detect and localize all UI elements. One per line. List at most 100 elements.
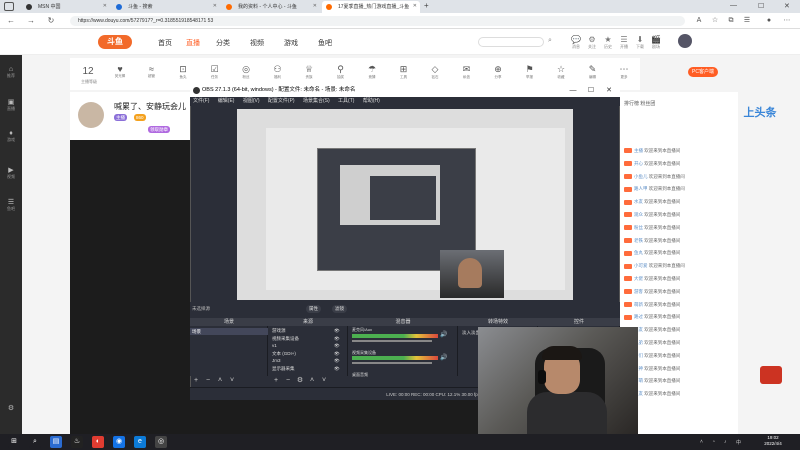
source-item[interactable]: v1 👁 [272, 343, 340, 348]
ime-icon[interactable]: 中 [736, 439, 741, 446]
maximize-icon[interactable]: ☐ [758, 2, 764, 10]
nav-live[interactable]: 直播 [186, 38, 200, 48]
toolbar-icon-15[interactable]: ✎ 编辑 [585, 64, 601, 80]
medal-badge[interactable]: 领取勋章 [148, 126, 170, 133]
taskbar-app-icon[interactable]: ⌕ [29, 436, 41, 448]
tab-live[interactable]: 17夏季直播_热门游戏直播_斗鱼 ✕ [322, 1, 420, 13]
capture-volume-slider[interactable] [352, 362, 432, 364]
move-up-icon[interactable]: ˄ [308, 377, 316, 385]
toolbar-icon-10[interactable]: ◇ 钻石 [427, 64, 443, 80]
sidebar-item-fishbar[interactable]: ☰ 鱼吧 [3, 198, 19, 212]
sidebar-item-video[interactable]: ▶ 视频 [3, 166, 19, 180]
toolbar-icon-3[interactable]: ☑ 任务 [207, 64, 223, 80]
remove-source-button[interactable]: − [284, 377, 292, 385]
filters-button[interactable]: 滤镜 [332, 305, 347, 313]
maximize-icon[interactable]: ☐ [582, 84, 600, 97]
nav-fishbar[interactable]: 鱼吧 [318, 38, 332, 48]
menu-edit[interactable]: 编辑(E) [218, 98, 235, 104]
menu-view[interactable]: 视图(V) [243, 98, 260, 104]
nav-video[interactable]: 视频 [250, 38, 264, 48]
search-icon[interactable]: ⌕ [548, 37, 552, 45]
new-tab-button[interactable]: + [424, 1, 429, 10]
toolbar-icon-7[interactable]: ⚲ 抽奖 [333, 64, 349, 80]
toolbar-icon-4[interactable]: ◎ 粉丝 [238, 64, 254, 80]
tab-search[interactable]: 斗鱼 - 搜索 ✕ [112, 1, 220, 13]
more-icon[interactable]: ⋯ [782, 16, 792, 26]
sidebar-settings[interactable]: ⚙ [3, 404, 19, 412]
close-icon[interactable]: ✕ [103, 3, 107, 9]
scene-item[interactable]: 场景 [190, 328, 268, 335]
clock[interactable]: 19:02 2022/4/4 [752, 435, 794, 447]
header-icon-history[interactable]: ★ 历史 [602, 35, 614, 50]
add-source-button[interactable]: + [272, 377, 280, 385]
read-aloud-icon[interactable]: A [694, 16, 704, 26]
refresh-icon[interactable]: ↻ [46, 16, 56, 26]
source-item[interactable]: 显示器采集 👁 [272, 366, 340, 372]
taskbar-app-icon[interactable]: ⊞ [8, 436, 20, 448]
toolbar-icon-2[interactable]: ⊡ 鱼丸 [175, 64, 191, 80]
close-icon[interactable]: ✕ [313, 3, 317, 9]
source-item[interactable]: 游戏源 👁 [272, 328, 340, 334]
toolbar-icon-6[interactable]: ♕ 贵族 [301, 64, 317, 80]
source-item[interactable]: 视频采集设备 👁 [272, 336, 340, 342]
volume-icon[interactable]: 🔊 [440, 354, 447, 361]
streamer-avatar[interactable] [78, 102, 104, 128]
extensions-icon[interactable]: ⧉ [726, 16, 736, 26]
client-download-button[interactable]: PC客户端 [688, 67, 718, 77]
nav-game[interactable]: 游戏 [284, 38, 298, 48]
tab-profile[interactable]: 我的资料 - 个人中心 - 斗鱼 ✕ [222, 1, 320, 13]
tab-actions-icon[interactable] [4, 2, 14, 11]
mic-volume-slider[interactable] [352, 340, 432, 342]
toolbar-icon-14[interactable]: ☆ 收藏 [553, 64, 569, 80]
close-icon[interactable]: ✕ [600, 84, 618, 97]
toolbar-icon-1[interactable]: ≈ 超管 [144, 64, 160, 80]
toolbar-icon-0[interactable]: ♥ 荧光棒 [112, 64, 128, 80]
tab-msn[interactable]: MSN 中国 ✕ [22, 1, 110, 13]
source-item[interactable]: 文本 (GDI+) 👁 [272, 351, 340, 357]
nav-category[interactable]: 分类 [216, 38, 230, 48]
toolbar-icon-13[interactable]: ⚑ 举报 [522, 64, 538, 80]
gear-icon[interactable]: ⚙ [296, 377, 304, 385]
close-icon[interactable]: ✕ [413, 3, 417, 9]
toolbar-icon-11[interactable]: ✉ 私信 [459, 64, 475, 80]
menu-profile[interactable]: 配置文件(P) [268, 98, 295, 104]
add-scene-button[interactable]: + [192, 377, 200, 385]
minimize-icon[interactable]: — [564, 84, 582, 97]
chat-header[interactable]: 排行榜 粉丝团 [624, 100, 655, 107]
minimize-icon[interactable]: — [730, 2, 737, 9]
network-icon[interactable]: ◔ [712, 439, 715, 445]
toolbar-icon-16[interactable]: ⋯ 更多 [616, 64, 632, 80]
toolbar-icon-5[interactable]: ⚇ 福利 [270, 64, 286, 80]
search-input[interactable] [478, 37, 544, 47]
promo-banner[interactable]: 上头条 [742, 104, 778, 144]
sidebar-item-game[interactable]: ♦ 游戏 [3, 130, 19, 143]
close-icon[interactable]: ✕ [213, 3, 217, 9]
forward-icon[interactable]: → [26, 16, 36, 26]
event-badge-icon[interactable] [760, 366, 782, 384]
collections-icon[interactable]: ☰ [742, 16, 752, 26]
header-icon-theater[interactable]: 🎬 剧场 [650, 35, 662, 50]
avatar[interactable] [678, 34, 692, 48]
speaker-icon[interactable]: ♪ [724, 439, 727, 445]
toolbar-icon-9[interactable]: ⊞ 工具 [396, 64, 412, 80]
source-item[interactable]: Jm3 👁 [272, 358, 340, 363]
sidebar-item-recommend[interactable]: ⌂ 推荐 [3, 66, 19, 79]
toolbar-icon-8[interactable]: ☂ 竞猜 [364, 64, 380, 80]
properties-button[interactable]: 属性 [306, 305, 321, 313]
menu-help[interactable]: 帮助(H) [363, 98, 380, 104]
header-icon-follow[interactable]: ⚙ 关注 [586, 35, 598, 50]
nav-home[interactable]: 首页 [158, 38, 172, 48]
move-down-icon[interactable]: ˅ [228, 377, 236, 385]
menu-file[interactable]: 文件(F) [193, 98, 209, 104]
remove-scene-button[interactable]: − [204, 377, 212, 385]
tray-chevron-icon[interactable]: ˄ [700, 439, 703, 445]
move-down-icon[interactable]: ˅ [320, 377, 328, 385]
douyu-logo[interactable]: 斗鱼 [98, 35, 132, 49]
taskbar-app-icon[interactable]: ♨ [71, 436, 83, 448]
taskbar-app-icon[interactable]: e [134, 436, 146, 448]
menu-scene-collection[interactable]: 场景集合(S) [303, 98, 330, 104]
sidebar-item-live[interactable]: ▣ 直播 [3, 98, 19, 112]
toolbar-icon-12[interactable]: ⊕ 分享 [490, 64, 506, 80]
taskbar-app-icon[interactable]: ◉ [113, 436, 125, 448]
back-icon[interactable]: ← [6, 16, 16, 26]
